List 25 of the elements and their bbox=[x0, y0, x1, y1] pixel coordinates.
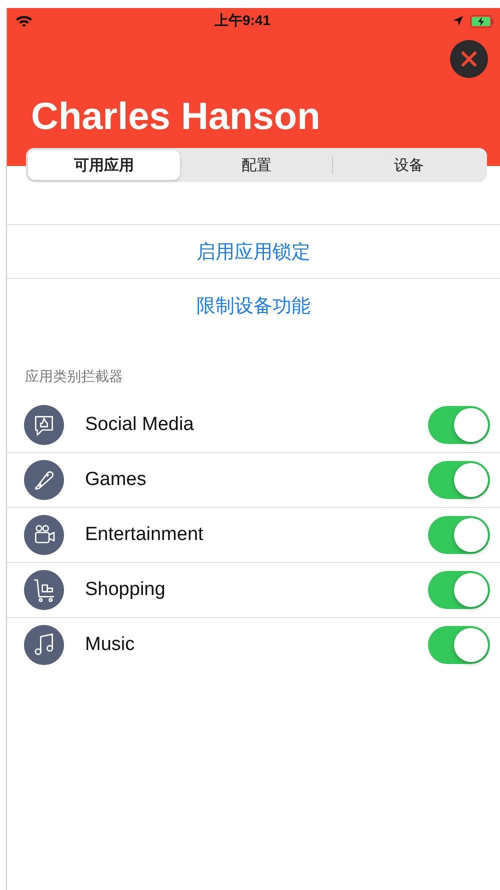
profile-name: Charles Hanson bbox=[31, 96, 320, 139]
close-icon bbox=[461, 51, 477, 67]
category-name: Entertainment bbox=[85, 524, 204, 546]
toggle-switch[interactable] bbox=[428, 571, 490, 609]
section-header: 应用类别拦截器 bbox=[25, 368, 123, 384]
toggle-switch[interactable] bbox=[428, 406, 490, 444]
toggle-switch[interactable] bbox=[428, 626, 490, 664]
shopping-icon bbox=[24, 570, 64, 610]
category-name: Social Media bbox=[85, 414, 195, 436]
category-name: Shopping bbox=[85, 579, 166, 601]
category-name: Games bbox=[85, 469, 148, 491]
social-icon bbox=[24, 405, 64, 445]
toggle-switch[interactable] bbox=[428, 516, 490, 554]
segment-tab[interactable]: 配置 bbox=[180, 150, 332, 180]
status-time: 上午9:41 bbox=[214, 12, 271, 30]
toggle-switch[interactable] bbox=[428, 461, 490, 499]
location-icon bbox=[452, 15, 464, 27]
close-button[interactable] bbox=[450, 40, 488, 78]
wifi-icon bbox=[15, 14, 33, 28]
segment-tab[interactable]: 设备 bbox=[333, 150, 486, 180]
battery-icon bbox=[470, 14, 494, 28]
music-icon bbox=[24, 625, 64, 665]
segment-tab[interactable]: 可用应用 bbox=[28, 150, 180, 180]
category-name: Music bbox=[85, 634, 136, 656]
entertainment-icon bbox=[24, 515, 64, 555]
